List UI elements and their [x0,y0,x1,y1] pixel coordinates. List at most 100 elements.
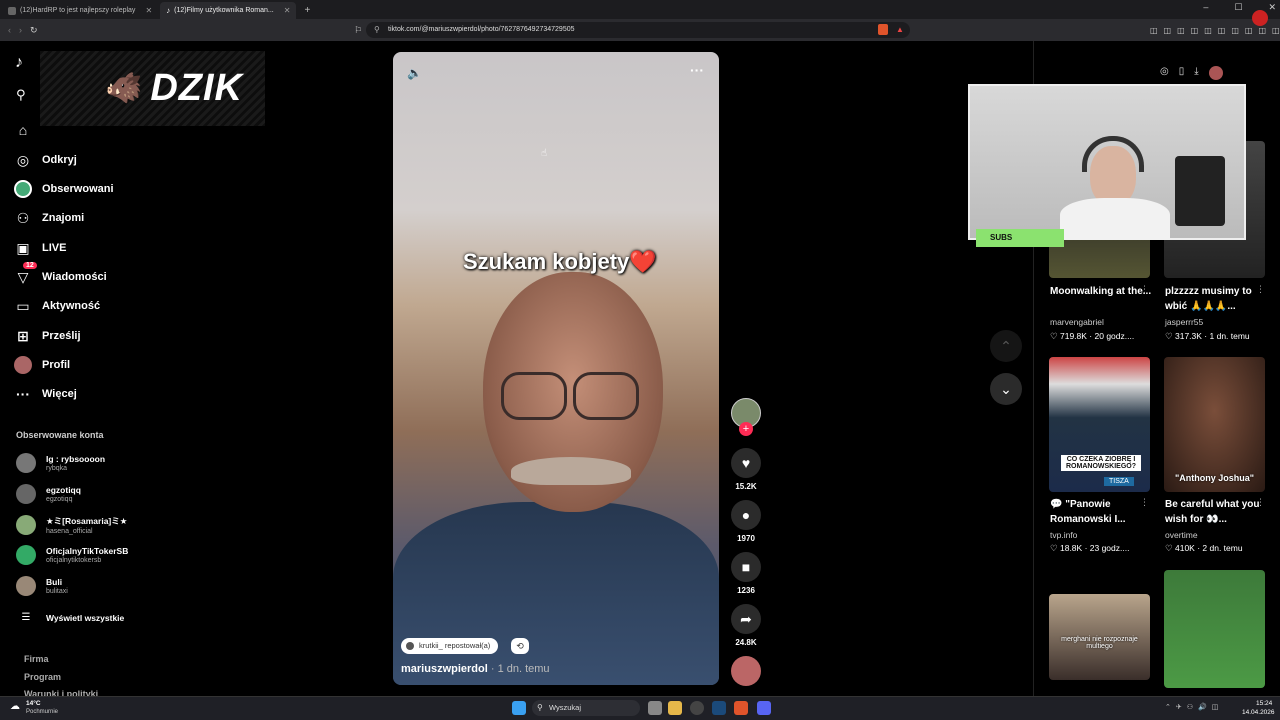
followed-account[interactable]: OficjalnyTikTokerSB oficjalnytiktokersb [16,545,128,565]
close-tab-icon[interactable]: ✕ [284,6,291,15]
back-icon[interactable]: ‹ [8,25,11,35]
nav-znajomi[interactable]: ⚇ Znajomi [14,209,84,227]
windows-start-icon[interactable] [512,701,526,715]
more-options-icon[interactable]: ⋮ [1140,284,1149,295]
more-icon: ··· [16,386,30,402]
avatar [16,545,36,565]
discord-icon[interactable] [757,701,771,715]
taskbar-search[interactable]: ⚲ Wyszukaj [532,700,640,716]
new-tab-button[interactable]: + [298,2,316,19]
video-scene-glasses [573,372,639,420]
nav-label: Profil [42,359,71,371]
show-all-button[interactable]: ☰ Wyświetl wszystkie [16,612,125,623]
more-options-icon[interactable]: ··· [690,62,704,78]
nav-przeslij[interactable]: ⊞ Prześlij [14,327,80,345]
task-view-icon[interactable] [648,701,662,715]
followed-account[interactable]: Buli bulitaxi [16,576,68,596]
followed-account[interactable]: Ig : rybsoooon rybqka [16,453,105,473]
bookmark-icon[interactable]: ⚐ [354,25,362,36]
compass-icon[interactable]: ◎ [1160,66,1169,80]
follow-plus-icon[interactable]: + [739,422,753,436]
friends-icon: ⚇ [16,209,30,226]
close-window-button[interactable]: ✕ [1268,2,1276,13]
brave-shield-icon[interactable] [878,24,888,35]
video-thumbnail[interactable]: "Anthony Joshua" [1164,357,1265,492]
more-options-icon[interactable]: ⋮ [1256,497,1265,508]
view-count: 18.8K [1059,543,1083,553]
music-disc-button[interactable] [731,656,761,686]
device-icon[interactable]: ▯ [1179,66,1185,80]
video-author[interactable]: overtime [1165,530,1198,540]
nav-aktywnosc[interactable]: ▭ Aktywność [14,297,100,315]
nav-obserwowani[interactable]: Obserwowani [14,180,114,198]
video-title[interactable]: Moonwalking at the... [1050,284,1154,299]
forward-icon[interactable]: › [19,25,22,35]
nav-home[interactable]: ⌂ [14,121,32,139]
site-info-icon[interactable]: ⚲ [374,25,380,34]
more-options-icon[interactable]: ⋮ [1140,497,1149,508]
post-time: 23 godz.... [1089,543,1130,553]
activity-icon: ▭ [16,297,30,314]
brave-icon[interactable] [734,701,748,715]
video-author[interactable]: marvengabriel [1050,317,1104,327]
creator-avatar-button[interactable]: + [731,398,761,436]
post-time: · 1 dn. temu [487,663,550,675]
video-title[interactable]: plzzzzz musimy to wbić 🙏🙏🙏... [1165,284,1269,314]
repost-icon[interactable]: ⟲ [511,638,529,654]
weather-icon[interactable]: ☁ [10,701,20,712]
account-name: egzotiqq [46,485,81,495]
nav-profil[interactable]: Profil [14,356,70,374]
heart-icon: ♥ [731,448,761,478]
video-thumbnail[interactable] [1164,570,1265,688]
browser-tab[interactable]: (12)HardRP to jest najlepszy roleplay ✕ [2,2,158,19]
list-icon: ☰ [21,612,31,623]
video-stats: ♡ 317.3K · 1 dn. temu [1165,331,1250,341]
post-time: 1 dn. temu [1209,331,1250,341]
previous-video-button[interactable]: ⌃ [990,330,1022,362]
maximize-button[interactable]: ☐ [1234,2,1242,13]
download-icon[interactable]: ⤓ [1194,66,1198,80]
nav-odkryj[interactable]: ◎ Odkryj [14,151,77,169]
video-thumbnail[interactable]: merghani nie rozpoznaje multiego [1049,594,1150,680]
video-author[interactable]: jasperrr55 [1165,317,1203,327]
video-author[interactable]: tvp.info [1050,530,1077,540]
browser-tab-active[interactable]: ♪ (12)Filmy użytkownika Roman... ✕ [160,2,297,19]
followed-account[interactable]: ★ミ[Rosamaria]ミ★ hasena_official [16,515,127,535]
comment-button[interactable]: ● 1970 [731,500,761,543]
nav-wiecej[interactable]: ··· Więcej [14,385,77,403]
footer-link[interactable]: Program [24,672,61,682]
nav-live[interactable]: ▣ LIVE [14,239,66,257]
like-button[interactable]: ♥ 15.2K [731,448,761,491]
more-options-icon[interactable]: ⋮ [1256,284,1265,295]
extension-icons: ◫◫◫◫◫◫◫◫◫◫◫ [1150,25,1280,35]
url-field[interactable]: tiktok.com/@mariuszwpierdol/photo/762787… [366,22,910,38]
next-video-button[interactable]: ⌄ [990,373,1022,405]
nav-wiadomosci[interactable]: ▽ 12 Wiadomości [14,262,107,286]
steam-icon[interactable] [712,701,726,715]
obs-icon[interactable] [690,701,704,715]
account-handle: hasena_official [46,528,93,535]
windows-taskbar: ☁ 14°C Pochmurnie 15:24 14.04.2026 ⌃✈⚇🔊◫ [0,696,1280,720]
brave-rewards-icon[interactable]: ▲ [896,25,904,34]
share-button[interactable]: ➦ 24.8K [731,604,761,647]
followed-account[interactable]: egzotiqq egzotiqq [16,484,81,504]
save-button[interactable]: ■ 1236 [731,552,761,595]
minimize-button[interactable]: – [1203,2,1208,13]
close-tab-icon[interactable]: ✕ [145,6,152,15]
video-title[interactable]: Be careful what you wish for 👀... [1165,497,1269,527]
reload-icon[interactable]: ↻ [30,25,38,36]
file-explorer-icon[interactable] [668,701,682,715]
mute-icon[interactable]: 🔈 [407,66,422,80]
time: 15:24 [1256,700,1273,707]
search-icon[interactable]: ⚲ [16,87,26,103]
video-author[interactable]: mariuszwpierdol · 1 dn. temu [401,663,550,675]
video-thumbnail[interactable]: CO CZEKA ZIOBRĘ I ROMANOWSKIEGO? TISZA [1049,357,1150,492]
video-title[interactable]: 💬 "Panowie Romanowski I... [1050,497,1154,527]
dzik-logo-text: DZIK [150,67,243,109]
tiktok-logo[interactable]: ♪ [15,54,23,72]
repost-label[interactable]: krutkii_ repostował(a) [401,638,499,654]
video-player[interactable]: 🔈 ··· ☝ [393,52,719,685]
corner-badge [1252,10,1268,26]
avatar[interactable] [1208,66,1223,80]
footer-link[interactable]: Firma [24,654,49,664]
